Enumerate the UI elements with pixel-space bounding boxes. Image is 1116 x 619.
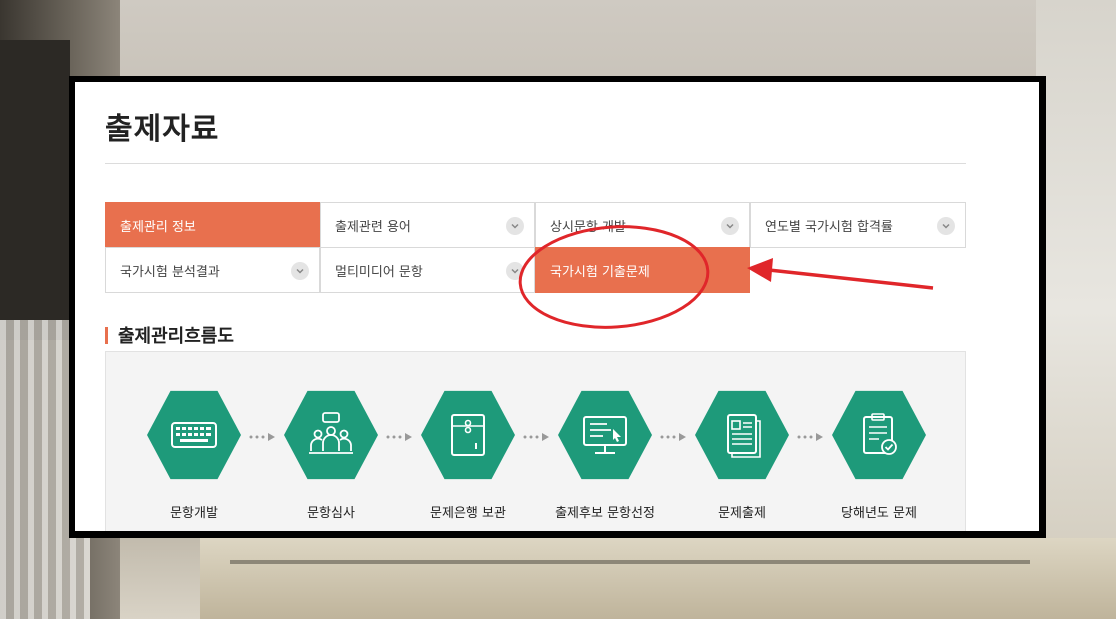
menu-item-exam-management-info[interactable]: 출제관리 정보: [105, 202, 320, 248]
flow-chart: 문항개발 문항심사 문제은행 보관 출제후보 문항선정 문제출제 당해년도 문제: [105, 351, 966, 531]
background-bed: [200, 538, 1116, 619]
flow-step-hexagon: [147, 390, 241, 480]
clipboard-check-icon: [863, 413, 897, 455]
menu-item-label: 멀티미디어 문항: [335, 264, 423, 280]
menu-item-label: 출제관련 용어: [335, 219, 411, 235]
screenshot-frame: 출제자료 출제관리 정보 출제관련 용어 상시문항 개발 연도별 국가시험 합격…: [69, 76, 1046, 538]
page-title: 출제자료: [105, 112, 220, 147]
flow-step-hexagon: [695, 390, 789, 480]
flow-step-item-development: 문항개발: [134, 388, 254, 521]
meeting-icon: [309, 412, 353, 454]
menu-item-label: 출제관리 정보: [120, 219, 196, 235]
chevron-down-icon[interactable]: [506, 262, 524, 280]
keyboard-icon: [171, 422, 217, 448]
chevron-down-icon[interactable]: [937, 217, 955, 235]
flow-step-candidate-selection: 출제후보 문항선정: [545, 388, 665, 521]
section-title: 출제관리흐름도: [118, 326, 234, 347]
menu-item-label: 연도별 국가시험 합격률: [765, 219, 893, 235]
flow-step-label: 문항심사: [307, 506, 355, 521]
menu-item-multimedia-items[interactable]: 멀티미디어 문항: [320, 247, 535, 293]
flow-step-label: 문제출제: [718, 506, 766, 521]
flow-step-item-review: 문항심사: [271, 388, 391, 521]
chevron-down-icon[interactable]: [506, 217, 524, 235]
flow-step-hexagon: [421, 390, 515, 480]
background-door: [0, 40, 70, 340]
background-wall-right: [1036, 0, 1116, 619]
flow-step-hexagon: [832, 390, 926, 480]
menu-item-exam-terms[interactable]: 출제관련 용어: [320, 202, 535, 248]
monitor-icon: [583, 416, 627, 454]
menu-item-label: 국가시험 기출문제: [550, 264, 650, 280]
flow-step-hexagon: [558, 390, 652, 480]
menu-item-exam-analysis[interactable]: 국가시험 분석결과: [105, 247, 320, 293]
flow-step-label: 문항개발: [170, 506, 218, 521]
flow-step-label: 출제후보 문항선정: [555, 506, 655, 521]
chevron-down-icon[interactable]: [291, 262, 309, 280]
menu-item-pass-rate-by-year[interactable]: 연도별 국가시험 합격률: [750, 202, 966, 248]
envelope-icon: [451, 414, 485, 456]
document-icon: [727, 414, 761, 458]
menu-item-label: 상시문항 개발: [550, 219, 626, 235]
flow-step-hexagon: [284, 390, 378, 480]
menu-item-regular-item-development[interactable]: 상시문항 개발: [535, 202, 750, 248]
flow-step-question-setting: 문제출제: [682, 388, 802, 521]
flow-step-current-year-questions: 당해년도 문제: [819, 388, 939, 521]
annotation-arrow-line: [768, 268, 934, 290]
annotation-arrowhead-icon: [747, 258, 773, 282]
background-bed-rail: [230, 560, 1030, 564]
menu-item-past-exam-questions[interactable]: 국가시험 기출문제: [535, 247, 750, 293]
flow-step-item-bank-storage: 문제은행 보관: [408, 388, 528, 521]
flow-step-label: 문제은행 보관: [430, 506, 506, 521]
section-heading: 출제관리흐름도: [105, 322, 234, 348]
title-divider: [105, 163, 966, 164]
chevron-down-icon[interactable]: [721, 217, 739, 235]
heading-accent-bar: [105, 326, 108, 344]
page-panel: 출제자료 출제관리 정보 출제관련 용어 상시문항 개발 연도별 국가시험 합격…: [75, 82, 1039, 531]
menu-item-label: 국가시험 분석결과: [120, 264, 220, 280]
flow-step-label: 당해년도 문제: [841, 506, 917, 521]
